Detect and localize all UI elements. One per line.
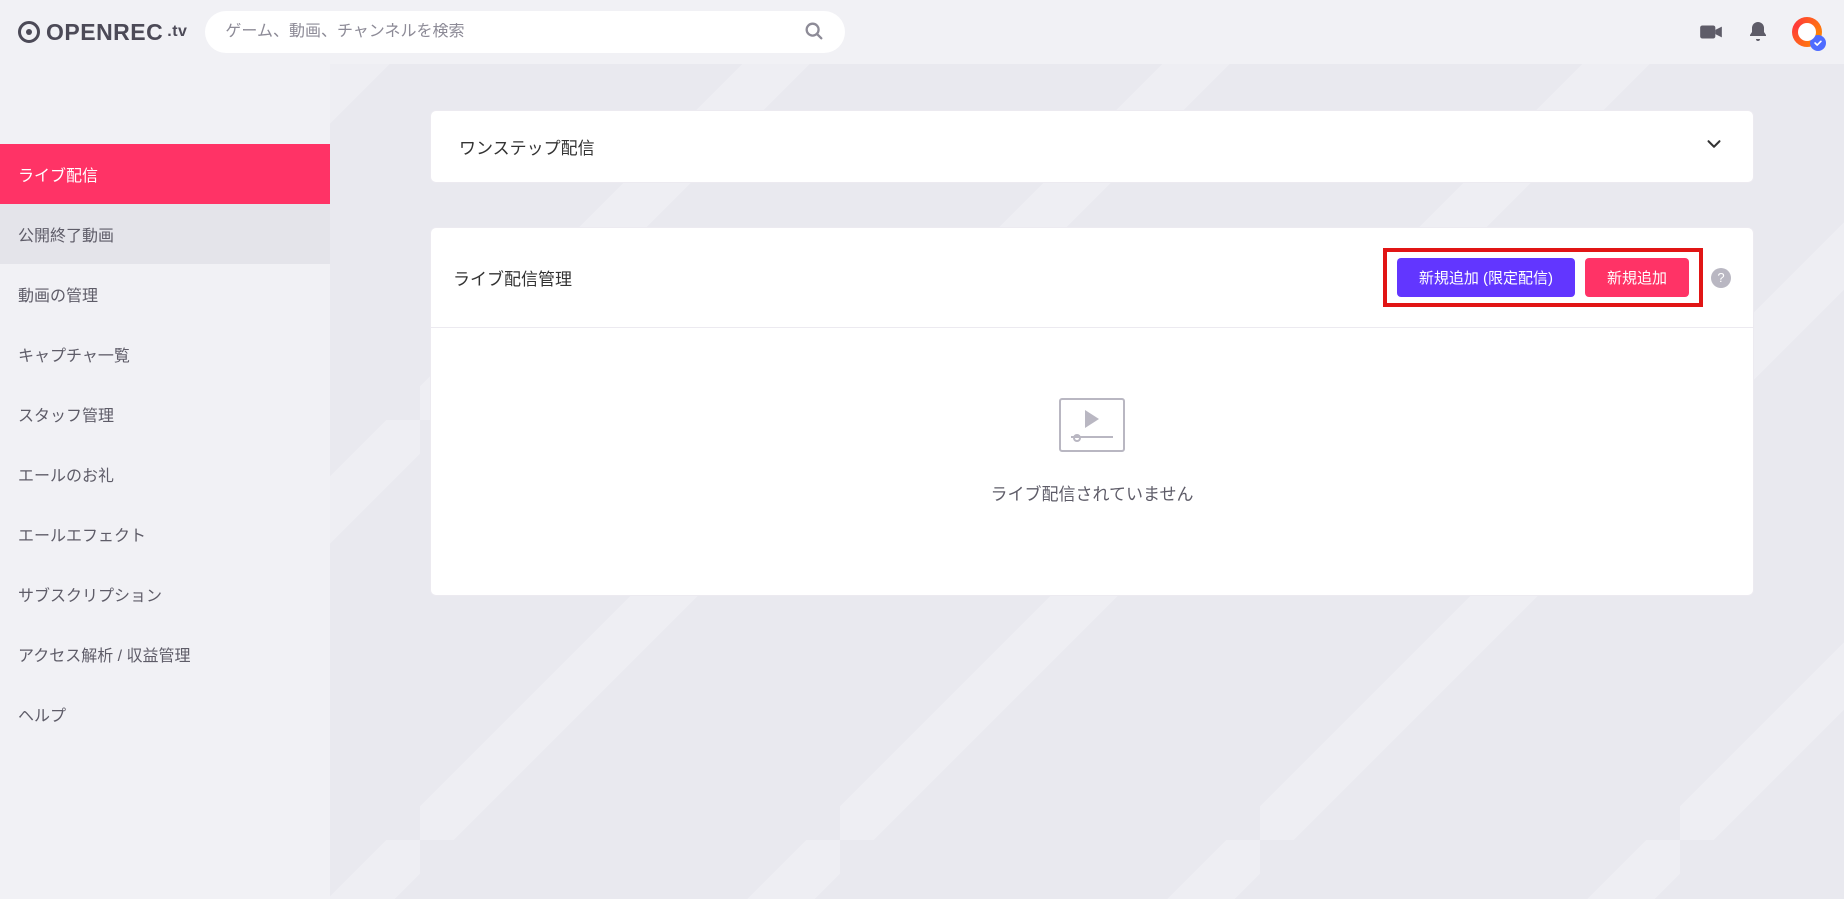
help-icon[interactable]: ? — [1711, 268, 1731, 288]
highlight-box: 新規追加 (限定配信) 新規追加 — [1383, 248, 1703, 307]
add-button[interactable]: 新規追加 — [1585, 258, 1689, 297]
camera-icon[interactable] — [1698, 19, 1724, 45]
sidebar-item-subscription[interactable]: サブスクリプション — [0, 564, 330, 624]
onestep-toggle[interactable]: ワンステップ配信 — [431, 111, 1753, 182]
search-input[interactable] — [225, 23, 799, 41]
sidebar: ライブ配信公開終了動画動画の管理キャプチャ一覧スタッフ管理エールのお礼エールエフ… — [0, 64, 330, 899]
add-limited-button[interactable]: 新規追加 (限定配信) — [1397, 258, 1575, 297]
empty-state-icon — [1059, 398, 1125, 452]
search-icon — [803, 20, 825, 42]
logo[interactable]: OPENREC.tv — [18, 19, 187, 46]
live-manage-title: ライブ配信管理 — [453, 265, 572, 290]
logo-tld: .tv — [167, 23, 187, 41]
sidebar-item-ended-videos[interactable]: 公開終了動画 — [0, 204, 330, 264]
empty-state-text: ライブ配信されていません — [991, 480, 1194, 505]
onestep-title: ワンステップ配信 — [459, 134, 595, 159]
sidebar-item-yell-thanks[interactable]: エールのお礼 — [0, 444, 330, 504]
header: OPENREC.tv — [0, 0, 1844, 64]
sidebar-item-staff[interactable]: スタッフ管理 — [0, 384, 330, 444]
bell-icon[interactable] — [1746, 20, 1770, 44]
sidebar-item-video-management[interactable]: 動画の管理 — [0, 264, 330, 324]
live-manage-actions: 新規追加 (限定配信) 新規追加 ? — [1383, 248, 1731, 307]
sidebar-item-label: スタッフ管理 — [18, 402, 114, 426]
avatar[interactable] — [1792, 17, 1822, 47]
sidebar-item-label: キャプチャ一覧 — [18, 342, 130, 366]
sidebar-item-label: エールエフェクト — [18, 522, 146, 546]
live-manage-header: ライブ配信管理 新規追加 (限定配信) 新規追加 ? — [431, 228, 1753, 328]
logo-mark-icon — [18, 21, 40, 43]
sidebar-item-label: 動画の管理 — [18, 282, 98, 306]
sidebar-item-analytics-revenue[interactable]: アクセス解析 / 収益管理 — [0, 624, 330, 684]
search-button[interactable] — [799, 16, 829, 49]
logo-text: OPENREC — [46, 19, 163, 46]
sidebar-item-live-broadcast[interactable]: ライブ配信 — [0, 144, 330, 204]
chevron-down-icon — [1703, 133, 1725, 160]
verified-badge-icon — [1810, 35, 1826, 51]
sidebar-item-captures[interactable]: キャプチャ一覧 — [0, 324, 330, 384]
sidebar-item-label: エールのお礼 — [18, 462, 114, 486]
header-icons — [1698, 17, 1822, 47]
live-manage-body: ライブ配信されていません — [431, 328, 1753, 595]
card-live-manage: ライブ配信管理 新規追加 (限定配信) 新規追加 ? ライブ配信されていません — [430, 227, 1754, 596]
sidebar-item-label: サブスクリプション — [18, 582, 162, 606]
search-box[interactable] — [205, 11, 845, 53]
sidebar-item-label: ヘルプ — [18, 702, 66, 726]
sidebar-item-help[interactable]: ヘルプ — [0, 684, 330, 744]
sidebar-item-yell-effect[interactable]: エールエフェクト — [0, 504, 330, 564]
sidebar-item-label: 公開終了動画 — [18, 222, 114, 246]
sidebar-item-label: アクセス解析 / 収益管理 — [18, 642, 191, 666]
main-content: ワンステップ配信 ライブ配信管理 新規追加 (限定配信) 新規追加 ? ライブ配… — [330, 0, 1844, 700]
card-onestep: ワンステップ配信 — [430, 110, 1754, 183]
sidebar-item-label: ライブ配信 — [18, 162, 98, 186]
